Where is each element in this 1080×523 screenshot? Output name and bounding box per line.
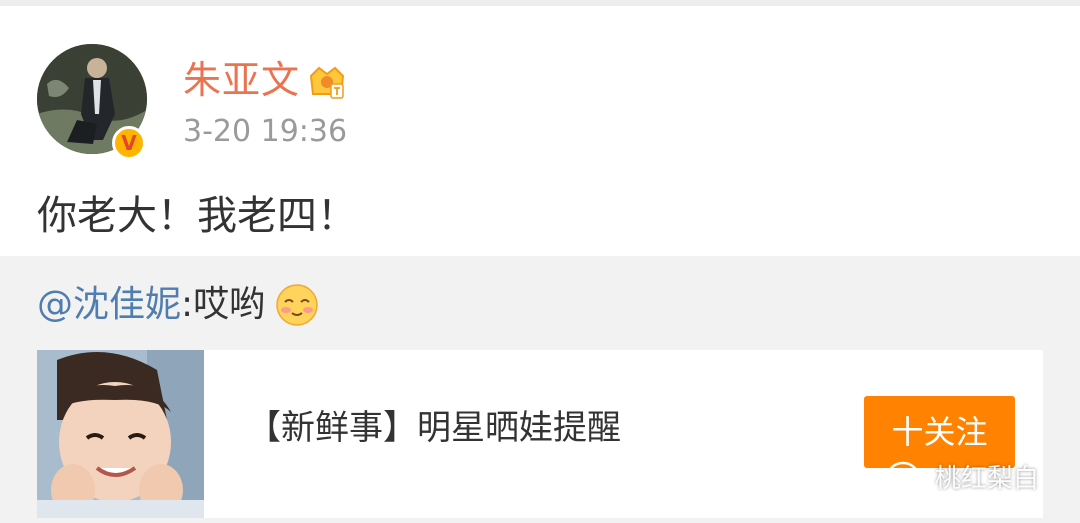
crown-icon[interactable] [307, 64, 347, 100]
card-title[interactable]: 【新鲜事】明星晒娃提醒 [247, 406, 621, 450]
repost-line: @沈佳妮 :哎哟 [37, 282, 319, 328]
weibo-post: V 朱亚文 3-20 19:36 你老大！我老四！ [0, 6, 1080, 256]
card-thumbnail[interactable] [37, 350, 204, 518]
repost-text: :哎哟 [181, 284, 266, 325]
author-name[interactable]: 朱亚文 [183, 58, 300, 102]
post-timestamp: 3-20 19:36 [183, 114, 348, 149]
watermark-text: 桃红梨白 [935, 464, 1040, 494]
verified-icon: V [112, 126, 146, 160]
watermark: 桃红梨白 [887, 458, 1039, 495]
shy-smile-emoji [276, 284, 318, 326]
mention-link[interactable]: @沈佳妮 [37, 282, 181, 328]
verified-mark: V [121, 131, 137, 155]
wechat-icon [887, 461, 928, 492]
post-text: 你老大！我老四！ [37, 193, 357, 239]
